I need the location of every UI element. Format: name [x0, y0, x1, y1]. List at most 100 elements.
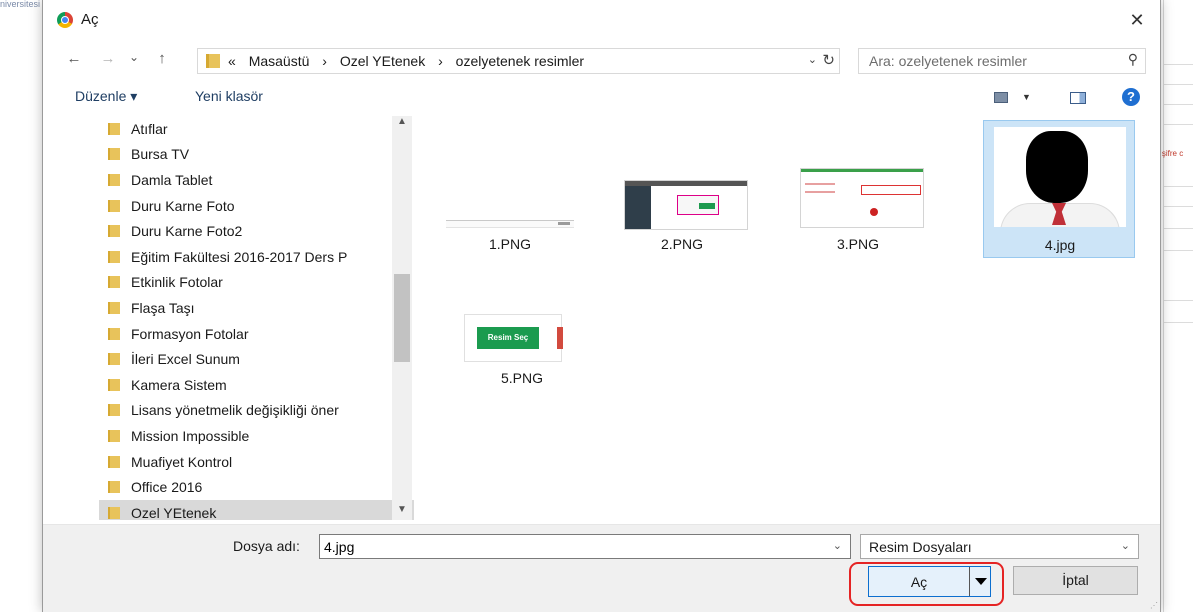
scrollbar-thumb[interactable] — [394, 274, 410, 362]
view-options-icon[interactable] — [994, 92, 1008, 103]
tree-item-label: Formasyon Fotolar — [131, 326, 249, 342]
tree-item-label: Mission Impossible — [131, 428, 250, 444]
file-item[interactable]: 3.PNG — [782, 120, 934, 258]
open-button-label: Aç — [910, 574, 928, 590]
file-name: 5.PNG — [500, 370, 543, 386]
tree-item-label: Flaşa Taşı — [131, 300, 195, 316]
folder-icon — [108, 225, 120, 237]
file-item[interactable]: Resim Seç 5.PNG — [446, 308, 598, 446]
tree-item-label: Etkinlik Fotolar — [131, 274, 223, 290]
breadcrumb-current[interactable]: ozelyetenek resimler — [456, 53, 584, 69]
preview-pane-icon[interactable] — [1070, 92, 1086, 104]
file-thumbnail — [782, 120, 934, 230]
command-toolbar: Düzenle ▾ Yeni klasör ▼ ? — [43, 84, 1160, 112]
tree-item[interactable]: Atıflar — [99, 116, 414, 142]
back-arrow-icon[interactable]: ← — [65, 50, 83, 67]
tree-item[interactable]: Flaşa Taşı — [99, 295, 414, 321]
cancel-button[interactable]: İptal — [1013, 566, 1138, 595]
tree-item[interactable]: Mission Impossible — [99, 423, 414, 449]
address-bar[interactable]: « Masaüstü › Ozel YEtenek › ozelyetenek … — [197, 48, 840, 74]
file-name: 2.PNG — [660, 236, 703, 252]
folder-tree: Atıflar Bursa TV Damla Tablet Duru Karne… — [99, 116, 414, 520]
background-right-panel — [1163, 0, 1193, 612]
search-icon[interactable]: ⚲ — [1128, 51, 1138, 68]
file-item-selected[interactable]: 4.jpg — [983, 120, 1135, 258]
open-button[interactable]: Aç — [868, 566, 991, 597]
search-box: ⚲ — [858, 48, 1146, 74]
folder-icon — [108, 379, 120, 391]
tree-item-label: Duru Karne Foto2 — [131, 223, 243, 239]
search-input[interactable] — [859, 49, 1109, 73]
tree-item[interactable]: Office 2016 — [99, 474, 414, 500]
caret-down-icon — [975, 578, 987, 585]
close-button[interactable]: ✕ — [1126, 9, 1148, 31]
breadcrumb-separator[interactable]: › — [322, 53, 327, 69]
file-name: 4.jpg — [1044, 237, 1076, 253]
breadcrumb-ozel-yetenek[interactable]: Ozel YEtenek — [340, 53, 425, 69]
dialog-footer: Dosya adı: ⌄ Resim Dosyaları ⌄ Aç İptal … — [43, 524, 1160, 612]
folder-icon — [108, 328, 120, 340]
filename-label: Dosya adı: — [233, 538, 300, 554]
breadcrumb-separator[interactable]: › — [438, 53, 443, 69]
file-name: 1.PNG — [488, 236, 531, 252]
folder-icon — [108, 456, 120, 468]
file-list: 1.PNG 2.PNG 3.PNG 4.jpg Resim Seç 5.PNG — [416, 116, 1160, 520]
refresh-icon[interactable]: ↻ — [822, 51, 835, 69]
chevron-down-icon[interactable]: ⌄ — [833, 539, 842, 552]
scroll-down-icon[interactable]: ▼ — [392, 504, 412, 520]
filetype-select[interactable]: Resim Dosyaları ⌄ — [860, 534, 1139, 559]
scroll-up-icon[interactable]: ▲ — [392, 116, 412, 132]
tree-scrollbar[interactable]: ▲ ▼ — [392, 116, 412, 520]
folder-icon — [108, 251, 120, 263]
chevron-down-icon[interactable]: ▼ — [1022, 92, 1031, 102]
tree-item[interactable]: Eğitim Fakültesi 2016-2017 Ders P — [99, 244, 414, 270]
chevron-down-icon: ⌄ — [1120, 540, 1130, 552]
breadcrumb: « Masaüstü › Ozel YEtenek › ozelyetenek … — [228, 53, 593, 69]
dialog-titlebar: Aç ✕ — [43, 0, 1160, 40]
tree-item-label: Atıflar — [131, 121, 168, 137]
tree-item-label: Lisans yönetmelik değişikliği öner — [131, 402, 339, 418]
navigation-bar: ← → ⌄ ↑ « Masaüstü › Ozel YEtenek › ozel… — [43, 44, 1160, 76]
breadcrumb-desktop[interactable]: Masaüstü — [249, 53, 310, 69]
tree-item[interactable]: Damla Tablet — [99, 167, 414, 193]
tree-item[interactable]: Bursa TV — [99, 141, 414, 167]
recent-locations-icon[interactable]: ⌄ — [125, 50, 143, 64]
tree-item[interactable]: Kamera Sistem — [99, 372, 414, 398]
folder-icon — [108, 200, 120, 212]
filename-input[interactable] — [320, 535, 820, 558]
filetype-label: Resim Dosyaları — [869, 539, 972, 555]
tree-item[interactable]: İleri Excel Sunum — [99, 346, 414, 372]
help-icon[interactable]: ? — [1122, 88, 1140, 106]
tree-item-label: Office 2016 — [131, 479, 203, 495]
folder-icon — [108, 430, 120, 442]
open-options-dropdown[interactable] — [969, 567, 991, 596]
forward-arrow-icon[interactable]: → — [99, 50, 117, 67]
file-thumbnail — [984, 121, 1136, 231]
tree-item-selected[interactable]: Ozel YEtenek — [99, 500, 414, 520]
tree-item-label: Duru Karne Foto — [131, 198, 235, 214]
up-arrow-icon[interactable]: ↑ — [153, 50, 171, 67]
tree-item-label: Bursa TV — [131, 146, 190, 162]
tree-item-label: Damla Tablet — [131, 172, 213, 188]
folder-icon — [108, 481, 120, 493]
tree-item[interactable]: Lisans yönetmelik değişikliği öner — [99, 397, 414, 423]
tree-item-label: Muafiyet Kontrol — [131, 454, 233, 470]
tree-item-label: Kamera Sistem — [131, 377, 227, 393]
tree-item[interactable]: Muafiyet Kontrol — [99, 449, 414, 475]
file-item[interactable]: 2.PNG — [606, 120, 758, 258]
folder-icon — [108, 507, 120, 519]
tree-item[interactable]: Formasyon Fotolar — [99, 321, 414, 347]
tree-item[interactable]: Duru Karne Foto2 — [99, 218, 414, 244]
chevron-down-icon[interactable]: ⌄ — [808, 53, 817, 66]
tree-item[interactable]: Etkinlik Fotolar — [99, 269, 414, 295]
file-item[interactable]: 1.PNG — [434, 120, 586, 258]
tree-item[interactable]: Duru Karne Foto — [99, 193, 414, 219]
tree-item-label: Eğitim Fakültesi 2016-2017 Ders P — [131, 249, 348, 265]
breadcrumb-overflow[interactable]: « — [228, 53, 236, 69]
resize-grip-icon[interactable]: ⋰ — [1150, 601, 1158, 610]
folder-icon — [108, 123, 120, 135]
new-folder-button[interactable]: Yeni klasör — [195, 88, 263, 104]
organize-menu-button[interactable]: Düzenle ▾ — [75, 88, 137, 105]
folder-icon — [108, 353, 120, 365]
folder-icon — [206, 54, 220, 68]
